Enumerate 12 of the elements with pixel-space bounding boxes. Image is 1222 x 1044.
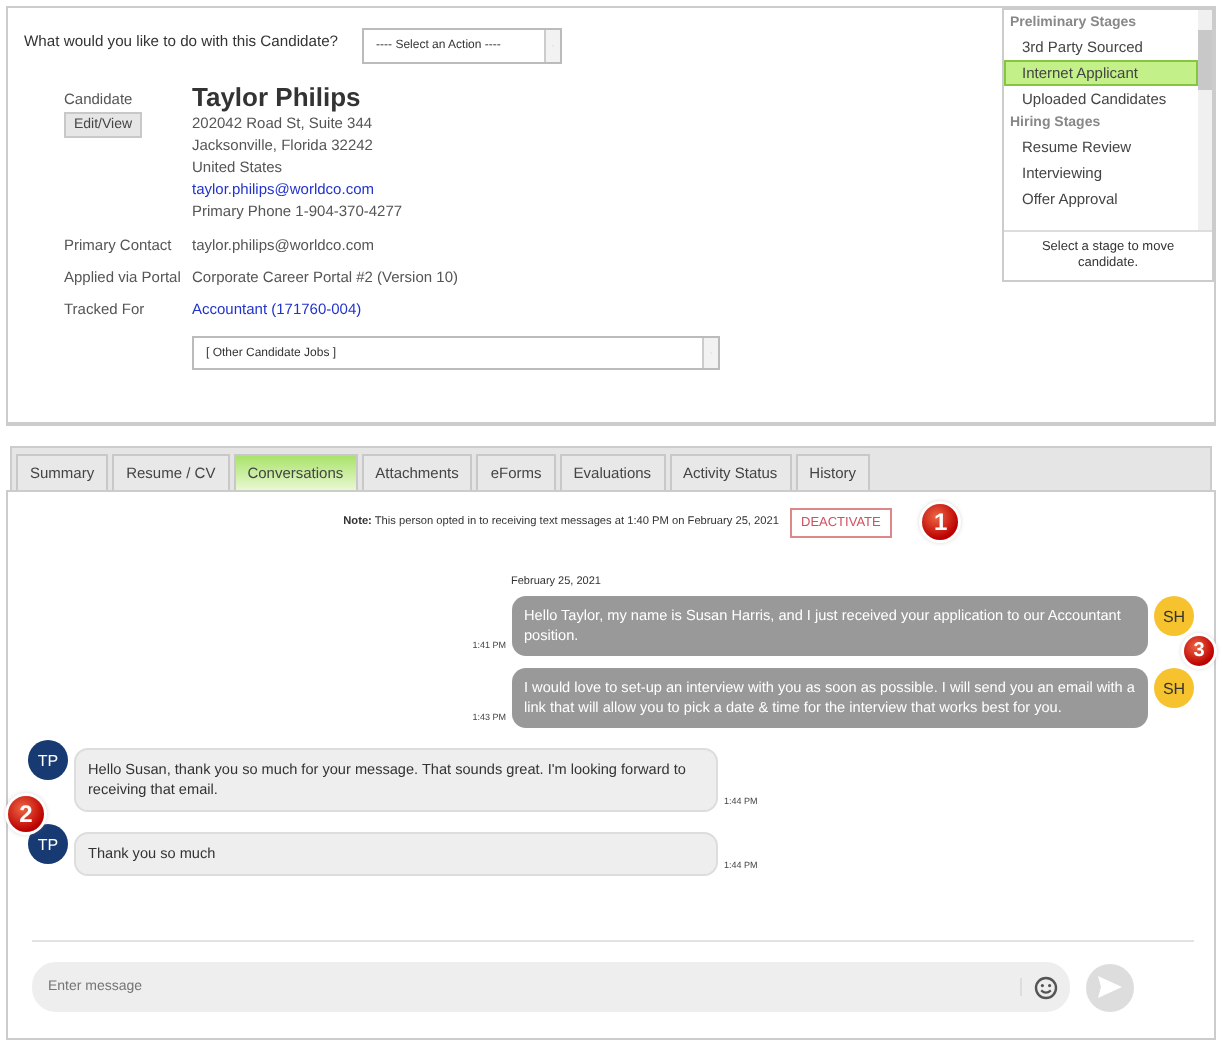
send-icon [1098,976,1122,998]
candidate-name: Taylor Philips [192,82,361,112]
avatar: SH [1154,596,1194,636]
callout-marker: 3 [1184,636,1214,666]
send-button[interactable] [1086,963,1134,1011]
avatar: SH [1154,668,1194,708]
callout-marker: 2 [8,796,44,832]
avatar: TP [28,740,68,780]
scrollbar[interactable] [1198,10,1212,230]
smiley-icon[interactable] [1034,975,1058,999]
callout-marker: 1 [922,504,959,540]
avatar: TP [28,824,68,864]
